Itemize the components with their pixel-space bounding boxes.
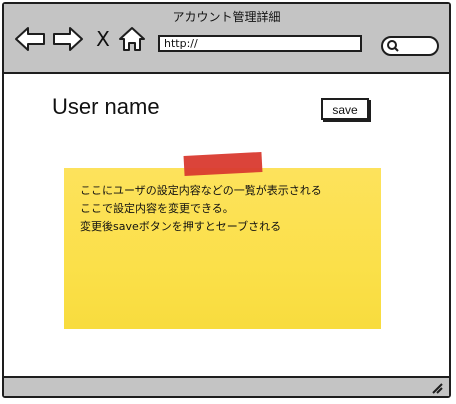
content-area: User name save ここにユーザの設定内容などの一覧が表示される ここ… — [4, 72, 449, 378]
search-icon[interactable] — [380, 34, 440, 58]
browser-window: アカウント管理詳細 X http:// User name save ここにユー… — [2, 2, 451, 398]
window-title: アカウント管理詳細 — [172, 10, 281, 24]
save-button[interactable]: save — [321, 98, 369, 120]
tape-strip — [183, 151, 263, 177]
address-bar[interactable]: http:// — [158, 35, 362, 52]
address-url: http:// — [164, 37, 198, 50]
note-line: 変更後saveボタンを押すとセーブされる — [80, 220, 282, 233]
note-line: ここにユーザの設定内容などの一覧が表示される — [80, 184, 322, 197]
back-arrow-icon[interactable] — [14, 26, 46, 52]
sticky-note: ここにユーザの設定内容などの一覧が表示される ここで設定内容を変更できる。 変更… — [64, 168, 381, 329]
title-bar: アカウント管理詳細 X http:// — [4, 4, 449, 74]
note-line: ここで設定内容を変更できる。 — [80, 202, 234, 215]
status-bar — [4, 376, 449, 396]
home-icon[interactable] — [118, 26, 146, 52]
close-icon[interactable]: X — [94, 26, 112, 52]
resize-grip-icon[interactable] — [429, 380, 443, 394]
user-name-label: User name — [52, 94, 160, 119]
forward-arrow-icon[interactable] — [52, 26, 84, 52]
